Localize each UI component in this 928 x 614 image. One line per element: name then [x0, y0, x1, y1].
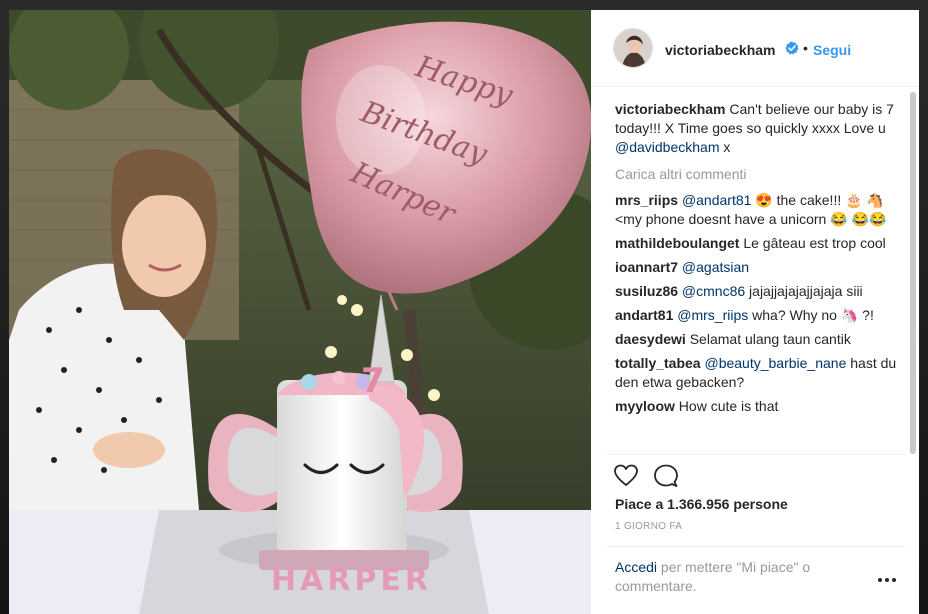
comment-username[interactable]: susiluz86: [615, 283, 678, 299]
section-divider: [607, 454, 905, 455]
comment-text: How cute is that: [678, 398, 779, 414]
comment-text: Le gâteau est trop cool: [743, 235, 886, 251]
comment-mention[interactable]: @mrs_riips: [677, 307, 748, 323]
more-options-icon[interactable]: [877, 576, 897, 584]
post-caption: victoriabeckham Can't believe our baby i…: [615, 100, 901, 157]
comment-item: mrs_riips @andart81 😍 the cake!!! 🎂 🐴 <m…: [615, 191, 901, 229]
comment-item: totally_tabea @beauty_barbie_nane hast d…: [615, 354, 901, 392]
comment-username[interactable]: myyloow: [615, 398, 675, 414]
avatar[interactable]: [613, 28, 653, 68]
comment-mention[interactable]: @agatsian: [682, 259, 749, 275]
comment-icon[interactable]: [653, 463, 679, 489]
load-more-comments-button[interactable]: Carica altri commenti: [615, 165, 901, 184]
separator-dot: •: [803, 40, 808, 56]
verified-badge-icon: [785, 41, 799, 55]
comment-mention[interactable]: @beauty_barbie_nane: [704, 355, 846, 371]
caption-suffix: x: [719, 139, 731, 155]
cake-name: HARPER: [271, 563, 432, 598]
post-username[interactable]: victoriabeckham: [665, 42, 776, 58]
scrollbar-thumb[interactable]: [910, 92, 916, 454]
comments-scrollbar[interactable]: [909, 88, 917, 458]
comment-item: andart81 @mrs_riips wha? Why no 🦄 ?!: [615, 306, 901, 325]
comment-username[interactable]: andart81: [615, 307, 673, 323]
follow-button[interactable]: Segui: [813, 42, 851, 58]
login-link[interactable]: Accedi: [615, 559, 657, 575]
comment-username[interactable]: mathildeboulanget: [615, 235, 739, 251]
comment-item: myyloow How cute is that: [615, 397, 901, 416]
comment-item: daesydewi Selamat ulang taun cantik: [615, 330, 901, 349]
comment-mention[interactable]: @andart81: [682, 192, 751, 208]
comment-username[interactable]: ioannart7: [615, 259, 678, 275]
login-prompt: Accedi per mettere "Mi piace" o commenta…: [615, 558, 845, 596]
cake-number: 7: [361, 361, 385, 401]
post-photo: Happy Birthday Harper 7 HARPER: [9, 10, 591, 614]
section-divider: [607, 546, 905, 547]
comment-item: susiluz86 @cmnc86 jajajjajajajjajaja sii…: [615, 282, 901, 301]
comment-username[interactable]: mrs_riips: [615, 192, 678, 208]
comment-text: Selamat ulang taun cantik: [689, 331, 851, 347]
post-header: victoriabeckham • Segui: [591, 10, 919, 87]
comment-username[interactable]: daesydewi: [615, 331, 686, 347]
likes-count[interactable]: Piace a 1.366.956 persone: [615, 496, 788, 512]
comment-item: mathildeboulanget Le gâteau est trop coo…: [615, 234, 901, 253]
photo-illustration: Happy Birthday Harper 7 HARPER: [9, 10, 591, 614]
avatar-image: [614, 29, 652, 67]
caption-mention[interactable]: @davidbeckham: [615, 139, 720, 155]
post-date[interactable]: 1 GIORNO FA: [615, 521, 682, 532]
comment-text: jajajjajajajjajaja siii: [745, 283, 863, 299]
post-side-panel: victoriabeckham • Segui victoriabeckham …: [591, 10, 919, 614]
comments-list: victoriabeckham Can't believe our baby i…: [615, 100, 901, 421]
comment-text: wha? Why no 🦄 ?!: [748, 307, 874, 323]
comment-item: ioannart7 @agatsian: [615, 258, 901, 277]
comment-mention[interactable]: @cmnc86: [682, 283, 745, 299]
caption-username[interactable]: victoriabeckham: [615, 101, 726, 117]
heart-icon[interactable]: [613, 463, 639, 489]
comment-username[interactable]: totally_tabea: [615, 355, 701, 371]
